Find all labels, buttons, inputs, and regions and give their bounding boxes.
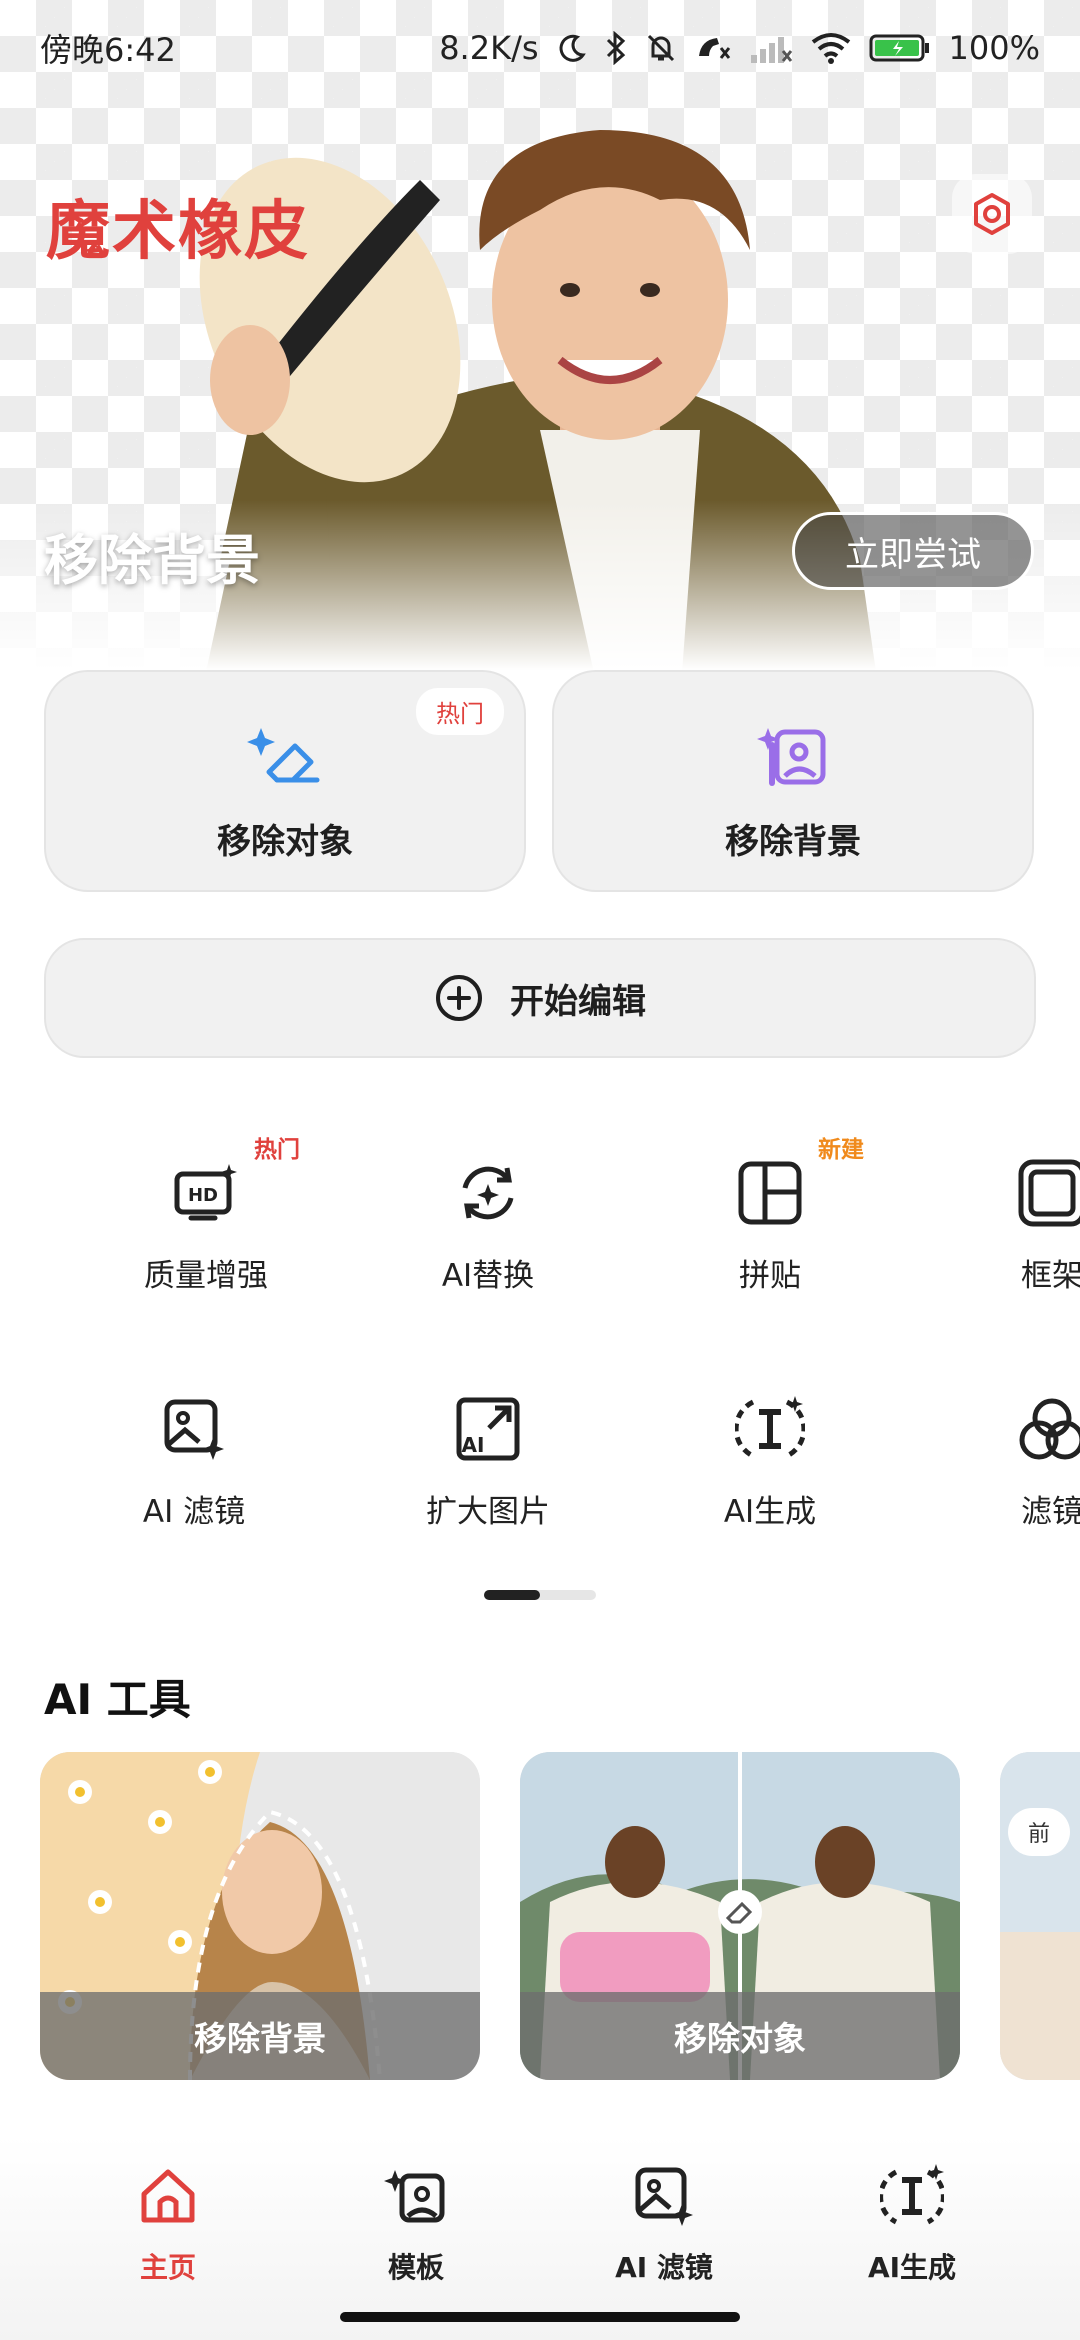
tool-label: 滤镜 — [1021, 1494, 1080, 1530]
nav-ai-generate[interactable]: AI生成 — [832, 2164, 992, 2284]
ai-card-partial[interactable]: 前 — [1000, 1752, 1080, 2080]
ai-generate-icon — [880, 2164, 944, 2225]
new-badge: 新建 — [818, 1137, 864, 1163]
tool-ai-generate[interactable]: AI生成 — [670, 1394, 870, 1544]
ai-generate-icon — [735, 1396, 805, 1459]
ai-card-label: 移除对象 — [520, 1992, 960, 2080]
tool-label: AI替换 — [441, 1258, 535, 1294]
tool-label: 质量增强 — [144, 1258, 268, 1294]
ai-expand-icon: AI — [456, 1397, 520, 1461]
nav-templates[interactable]: 模板 — [336, 2164, 496, 2284]
nav-ai-filter[interactable]: AI 滤镜 — [584, 2164, 744, 2284]
svg-text:AI: AI — [462, 1433, 485, 1457]
moon-icon — [559, 34, 586, 62]
nav-label: 模板 — [387, 2251, 444, 2284]
status-bar: 傍晚6:42 8.2K/s 100% — [0, 0, 1080, 96]
network-speed: 8.2K/s — [439, 29, 539, 67]
hero-banner[interactable]: 傍晚6:42 8.2K/s 100% 魔术橡皮 移除背景 立即尝试 — [0, 0, 1080, 700]
wifi-icon — [811, 33, 850, 64]
tool-label: AI 滤镜 — [142, 1494, 246, 1530]
page-indicator — [484, 1590, 596, 1600]
image-sparkle-icon — [757, 728, 826, 786]
tool-collage[interactable]: 拼贴 — [670, 1158, 870, 1308]
battery-percent: 100% — [948, 29, 1040, 67]
plus-circle-icon — [436, 975, 482, 1021]
tool-expand-image[interactable]: AI 扩大图片 — [388, 1394, 588, 1544]
ai-card-label: 移除背景 — [40, 1992, 480, 2080]
ai-card-remove-background[interactable]: 移除背景 — [40, 1752, 480, 2080]
remove-object-card[interactable]: 热门 移除对象 — [44, 670, 526, 892]
tool-ai-replace[interactable]: AI替换 — [388, 1158, 588, 1308]
template-icon — [384, 2170, 445, 2223]
tool-quality-enhance[interactable]: HD 质量增强 — [106, 1158, 306, 1308]
hero-caption: 移除背景 — [44, 529, 260, 592]
settings-button[interactable] — [952, 174, 1032, 254]
nav-label: AI生成 — [867, 2251, 957, 2284]
bluetooth-icon — [606, 31, 625, 65]
try-now-button[interactable]: 立即尝试 — [792, 512, 1034, 590]
ai-filter-icon — [635, 2167, 693, 2226]
filter-circles-icon — [1019, 1398, 1080, 1460]
ai-card-image — [1000, 1752, 1080, 2080]
hd-icon: HD — [174, 1164, 237, 1221]
tool-frame[interactable]: 框架 — [952, 1158, 1080, 1308]
nav-label: AI 滤镜 — [615, 2251, 713, 2284]
call-icon — [698, 38, 730, 59]
signal-icon — [750, 37, 792, 63]
ai-filter-icon — [164, 1399, 224, 1460]
hot-badge: 热门 — [416, 688, 504, 735]
tool-ai-filter[interactable]: AI 滤镜 — [94, 1394, 294, 1544]
before-chip: 前 — [1008, 1808, 1071, 1856]
status-time: 傍晚6:42 — [40, 31, 176, 69]
tool-label: 拼贴 — [739, 1258, 801, 1294]
remove-background-card[interactable]: 移除背景 — [552, 670, 1034, 892]
page-indicator-active — [484, 1590, 540, 1600]
tool-label: 扩大图片 — [426, 1494, 550, 1530]
eraser-sparkle-icon — [247, 728, 320, 783]
remove-background-label: 移除背景 — [725, 822, 861, 862]
section-title-ai-tools: AI 工具 — [44, 1675, 191, 1724]
tool-filter[interactable]: 滤镜 — [952, 1394, 1080, 1544]
home-icon — [141, 2169, 195, 2223]
ai-card-remove-object[interactable]: 移除对象 — [520, 1752, 960, 2080]
start-edit-label: 开始编辑 — [510, 981, 646, 1022]
app-title: 魔术橡皮 — [46, 195, 310, 269]
gear-icon — [974, 193, 1010, 235]
remove-object-label: 移除对象 — [217, 822, 353, 862]
nav-home[interactable]: 主页 — [88, 2164, 248, 2284]
frame-icon — [1018, 1159, 1080, 1227]
mute-bell-icon — [647, 34, 674, 62]
collage-icon — [738, 1161, 802, 1225]
svg-text:HD: HD — [188, 1185, 218, 1206]
nav-label: 主页 — [139, 2251, 196, 2284]
start-edit-button[interactable]: 开始编辑 — [44, 938, 1036, 1058]
tool-label: AI生成 — [723, 1494, 817, 1530]
battery-icon — [869, 34, 929, 62]
tool-label: 框架 — [1021, 1258, 1080, 1294]
hot-badge: 热门 — [254, 1137, 300, 1163]
home-indicator — [340, 2312, 740, 2322]
ai-swap-icon — [462, 1166, 514, 1220]
bottom-nav: 主页 模板 AI 滤镜 AI生成 — [0, 2136, 1080, 2340]
